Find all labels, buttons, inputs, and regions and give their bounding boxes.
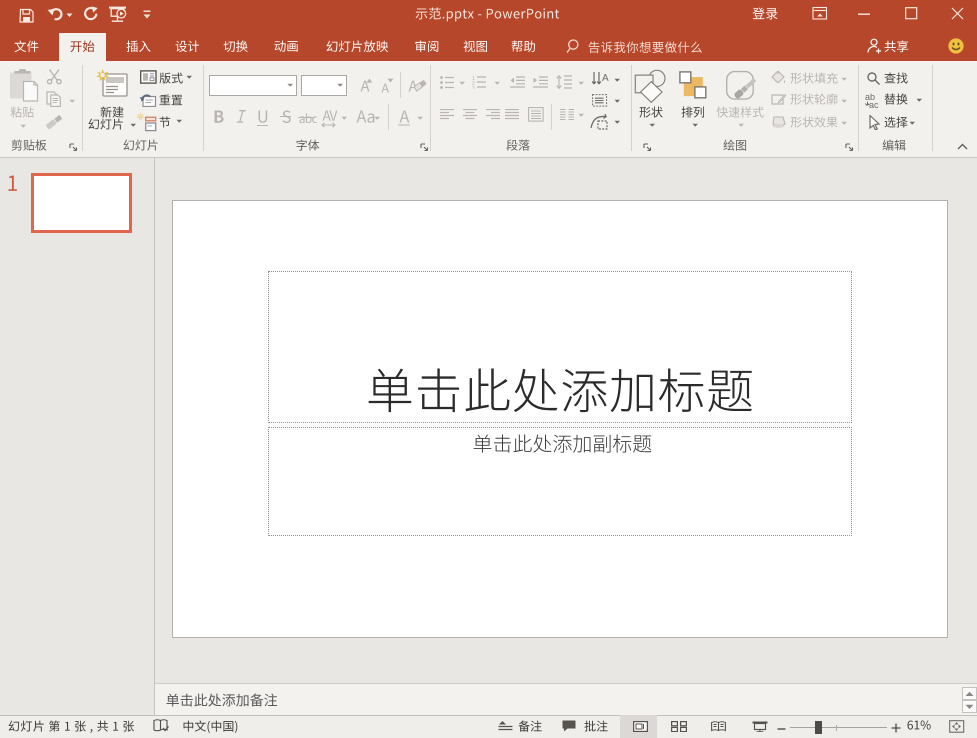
svg-text:A: A: [602, 73, 609, 84]
svg-text:3: 3: [472, 86, 475, 89]
svg-text:ac: ac: [869, 100, 879, 108]
